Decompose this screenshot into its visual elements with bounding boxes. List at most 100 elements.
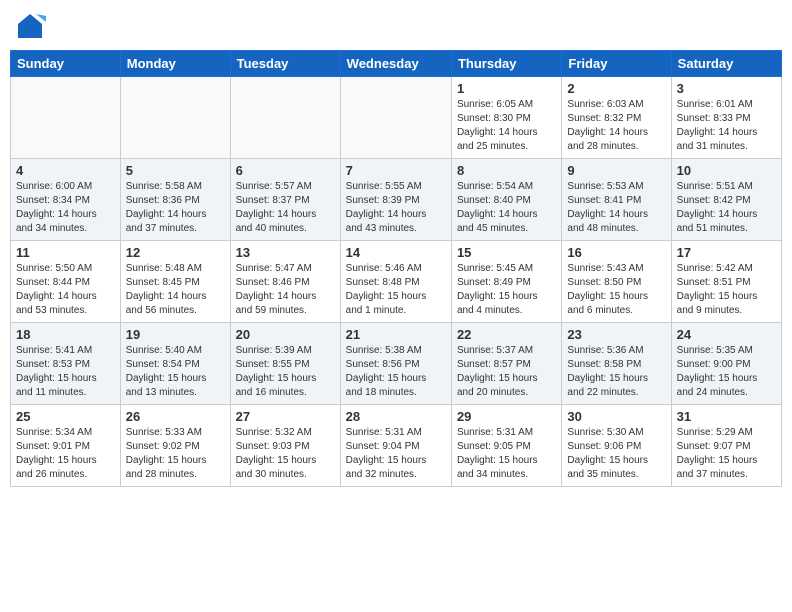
weekday-header-row: SundayMondayTuesdayWednesdayThursdayFrid… [11, 51, 782, 77]
day-info: Sunrise: 5:46 AM Sunset: 8:48 PM Dayligh… [346, 262, 446, 318]
calendar-cell: 19 Sunrise: 5:40 AM Sunset: 8:54 PM Dayli… [120, 323, 230, 405]
calendar-cell: 30 Sunrise: 5:30 AM Sunset: 9:06 PM Dayli… [562, 405, 671, 487]
day-info: Sunrise: 5:51 AM Sunset: 8:42 PM Dayligh… [677, 180, 776, 236]
calendar-cell: 11 Sunrise: 5:50 AM Sunset: 8:44 PM Dayli… [11, 241, 121, 323]
day-number: 30 [567, 409, 665, 424]
logo [14, 10, 50, 42]
calendar-cell: 12Sunrise: 5:48 AM Sunset: 8:45 PM Dayli… [120, 241, 230, 323]
day-info: Sunrise: 5:37 AM Sunset: 8:57 PM Dayligh… [457, 344, 556, 400]
calendar-cell: 4 Sunrise: 6:00 AM Sunset: 8:34 PM Daylig… [11, 159, 121, 241]
day-number: 15 [457, 245, 556, 260]
day-info: Sunrise: 5:55 AM Sunset: 8:39 PM Dayligh… [346, 180, 446, 236]
day-number: 19 [126, 327, 225, 342]
day-info: Sunrise: 5:39 AM Sunset: 8:55 PM Dayligh… [236, 344, 335, 400]
day-number: 11 [16, 245, 115, 260]
day-info: Sunrise: 5:57 AM Sunset: 8:37 PM Dayligh… [236, 180, 335, 236]
weekday-header-friday: Friday [562, 51, 671, 77]
calendar-cell: 23Sunrise: 5:36 AM Sunset: 8:58 PM Dayli… [562, 323, 671, 405]
logo-icon [14, 10, 46, 42]
day-info: Sunrise: 5:47 AM Sunset: 8:46 PM Dayligh… [236, 262, 335, 318]
calendar-week-row: 4 Sunrise: 6:00 AM Sunset: 8:34 PM Daylig… [11, 159, 782, 241]
calendar-cell: 5 Sunrise: 5:58 AM Sunset: 8:36 PM Daylig… [120, 159, 230, 241]
calendar-cell: 8Sunrise: 5:54 AM Sunset: 8:40 PM Daylig… [451, 159, 561, 241]
calendar-cell: 3 Sunrise: 6:01 AM Sunset: 8:33 PM Daylig… [671, 77, 781, 159]
day-number: 21 [346, 327, 446, 342]
calendar-cell: 24Sunrise: 5:35 AM Sunset: 9:00 PM Dayli… [671, 323, 781, 405]
day-number: 26 [126, 409, 225, 424]
calendar-cell: 27Sunrise: 5:32 AM Sunset: 9:03 PM Dayli… [230, 405, 340, 487]
weekday-header-sunday: Sunday [11, 51, 121, 77]
calendar-cell: 13 Sunrise: 5:47 AM Sunset: 8:46 PM Dayli… [230, 241, 340, 323]
day-number: 24 [677, 327, 776, 342]
calendar-cell: 16 Sunrise: 5:43 AM Sunset: 8:50 PM Dayli… [562, 241, 671, 323]
calendar-cell [230, 77, 340, 159]
day-info: Sunrise: 5:34 AM Sunset: 9:01 PM Dayligh… [16, 426, 115, 482]
calendar-cell: 26 Sunrise: 5:33 AM Sunset: 9:02 PM Dayli… [120, 405, 230, 487]
day-number: 6 [236, 163, 335, 178]
day-number: 23 [567, 327, 665, 342]
day-info: Sunrise: 5:58 AM Sunset: 8:36 PM Dayligh… [126, 180, 225, 236]
day-info: Sunrise: 5:42 AM Sunset: 8:51 PM Dayligh… [677, 262, 776, 318]
calendar-cell: 2 Sunrise: 6:03 AM Sunset: 8:32 PM Daylig… [562, 77, 671, 159]
calendar-cell: 21 Sunrise: 5:38 AM Sunset: 8:56 PM Dayli… [340, 323, 451, 405]
calendar-cell: 15Sunrise: 5:45 AM Sunset: 8:49 PM Dayli… [451, 241, 561, 323]
page-header [10, 10, 782, 42]
day-number: 20 [236, 327, 335, 342]
calendar-week-row: 1 Sunrise: 6:05 AM Sunset: 8:30 PM Daylig… [11, 77, 782, 159]
calendar-table: SundayMondayTuesdayWednesdayThursdayFrid… [10, 50, 782, 487]
day-info: Sunrise: 5:29 AM Sunset: 9:07 PM Dayligh… [677, 426, 776, 482]
day-info: Sunrise: 5:54 AM Sunset: 8:40 PM Dayligh… [457, 180, 556, 236]
calendar-cell: 17Sunrise: 5:42 AM Sunset: 8:51 PM Dayli… [671, 241, 781, 323]
calendar-cell [340, 77, 451, 159]
day-number: 2 [567, 81, 665, 96]
calendar-cell: 31 Sunrise: 5:29 AM Sunset: 9:07 PM Dayli… [671, 405, 781, 487]
day-info: Sunrise: 5:32 AM Sunset: 9:03 PM Dayligh… [236, 426, 335, 482]
calendar-cell: 9Sunrise: 5:53 AM Sunset: 8:41 PM Daylig… [562, 159, 671, 241]
calendar-cell: 25 Sunrise: 5:34 AM Sunset: 9:01 PM Dayli… [11, 405, 121, 487]
calendar-cell: 10Sunrise: 5:51 AM Sunset: 8:42 PM Dayli… [671, 159, 781, 241]
day-info: Sunrise: 5:31 AM Sunset: 9:04 PM Dayligh… [346, 426, 446, 482]
day-number: 14 [346, 245, 446, 260]
day-info: Sunrise: 5:33 AM Sunset: 9:02 PM Dayligh… [126, 426, 225, 482]
calendar-cell: 1 Sunrise: 6:05 AM Sunset: 8:30 PM Daylig… [451, 77, 561, 159]
calendar-cell [120, 77, 230, 159]
day-number: 28 [346, 409, 446, 424]
weekday-header-tuesday: Tuesday [230, 51, 340, 77]
day-number: 1 [457, 81, 556, 96]
day-number: 12 [126, 245, 225, 260]
calendar-cell: 14 Sunrise: 5:46 AM Sunset: 8:48 PM Dayli… [340, 241, 451, 323]
day-number: 22 [457, 327, 556, 342]
day-info: Sunrise: 5:41 AM Sunset: 8:53 PM Dayligh… [16, 344, 115, 400]
calendar-cell: 22 Sunrise: 5:37 AM Sunset: 8:57 PM Dayli… [451, 323, 561, 405]
day-info: Sunrise: 5:43 AM Sunset: 8:50 PM Dayligh… [567, 262, 665, 318]
day-info: Sunrise: 5:53 AM Sunset: 8:41 PM Dayligh… [567, 180, 665, 236]
day-number: 29 [457, 409, 556, 424]
calendar-cell: 6 Sunrise: 5:57 AM Sunset: 8:37 PM Daylig… [230, 159, 340, 241]
calendar-week-row: 18 Sunrise: 5:41 AM Sunset: 8:53 PM Dayli… [11, 323, 782, 405]
day-number: 18 [16, 327, 115, 342]
day-number: 13 [236, 245, 335, 260]
day-info: Sunrise: 5:50 AM Sunset: 8:44 PM Dayligh… [16, 262, 115, 318]
day-number: 31 [677, 409, 776, 424]
day-info: Sunrise: 6:01 AM Sunset: 8:33 PM Dayligh… [677, 98, 776, 154]
day-info: Sunrise: 5:31 AM Sunset: 9:05 PM Dayligh… [457, 426, 556, 482]
weekday-header-wednesday: Wednesday [340, 51, 451, 77]
day-info: Sunrise: 5:38 AM Sunset: 8:56 PM Dayligh… [346, 344, 446, 400]
calendar-week-row: 11 Sunrise: 5:50 AM Sunset: 8:44 PM Dayli… [11, 241, 782, 323]
day-number: 4 [16, 163, 115, 178]
day-number: 7 [346, 163, 446, 178]
day-info: Sunrise: 5:40 AM Sunset: 8:54 PM Dayligh… [126, 344, 225, 400]
calendar-cell: 18 Sunrise: 5:41 AM Sunset: 8:53 PM Dayli… [11, 323, 121, 405]
weekday-header-thursday: Thursday [451, 51, 561, 77]
day-info: Sunrise: 6:05 AM Sunset: 8:30 PM Dayligh… [457, 98, 556, 154]
day-info: Sunrise: 6:03 AM Sunset: 8:32 PM Dayligh… [567, 98, 665, 154]
weekday-header-monday: Monday [120, 51, 230, 77]
calendar-cell [11, 77, 121, 159]
day-info: Sunrise: 5:30 AM Sunset: 9:06 PM Dayligh… [567, 426, 665, 482]
day-number: 25 [16, 409, 115, 424]
day-number: 16 [567, 245, 665, 260]
day-number: 3 [677, 81, 776, 96]
day-info: Sunrise: 6:00 AM Sunset: 8:34 PM Dayligh… [16, 180, 115, 236]
calendar-cell: 29 Sunrise: 5:31 AM Sunset: 9:05 PM Dayli… [451, 405, 561, 487]
day-number: 5 [126, 163, 225, 178]
